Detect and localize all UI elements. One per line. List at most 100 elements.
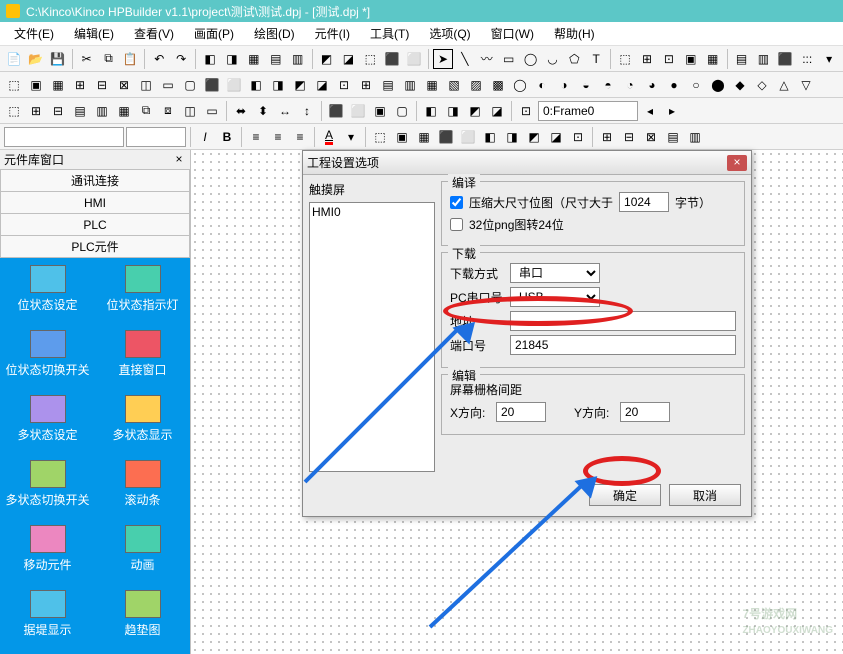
bold-icon[interactable]: B bbox=[217, 127, 237, 147]
rect-icon[interactable]: ▭ bbox=[499, 49, 519, 69]
style-01-icon[interactable]: ⬚ bbox=[370, 127, 390, 147]
tool-05-icon[interactable]: ▥ bbox=[288, 49, 308, 69]
ellipse-icon[interactable]: ◯ bbox=[521, 49, 541, 69]
undo-icon[interactable]: ↶ bbox=[149, 49, 169, 69]
comp-10-icon[interactable]: ⬛ bbox=[202, 75, 222, 95]
palette-item[interactable]: 多状态切换开关 bbox=[0, 457, 95, 520]
align-15-icon[interactable]: ⬜ bbox=[348, 101, 368, 121]
sidebar-tab-hmi[interactable]: HMI bbox=[0, 192, 190, 214]
tool-04-icon[interactable]: ▤ bbox=[266, 49, 286, 69]
align-02-icon[interactable]: ⊟ bbox=[48, 101, 68, 121]
align-18-icon[interactable]: ◧ bbox=[421, 101, 441, 121]
paste-icon[interactable]: 📋 bbox=[120, 49, 140, 69]
style-10-icon[interactable]: ⊡ bbox=[568, 127, 588, 147]
new-icon[interactable]: 📄 bbox=[4, 49, 24, 69]
tool-02-icon[interactable]: ◨ bbox=[222, 49, 242, 69]
download-mode-select[interactable]: 串口 bbox=[510, 263, 600, 283]
menu-edit[interactable]: 编辑(E) bbox=[64, 23, 124, 44]
style-13-icon[interactable]: ⊠ bbox=[641, 127, 661, 147]
comp-23-icon[interactable]: ▩ bbox=[488, 75, 508, 95]
comp-29-icon[interactable]: ◔ bbox=[620, 75, 640, 95]
align-05-icon[interactable]: ▦ bbox=[114, 101, 134, 121]
comp-35-icon[interactable]: ◇ bbox=[752, 75, 772, 95]
tool-20-icon[interactable]: ⬚ bbox=[615, 49, 635, 69]
align-07-icon[interactable]: ⧈ bbox=[158, 101, 178, 121]
copy-icon[interactable]: ⧉ bbox=[99, 49, 119, 69]
grid-y-input[interactable] bbox=[620, 402, 670, 422]
align-09-icon[interactable]: ▭ bbox=[202, 101, 222, 121]
line-icon[interactable]: ╲ bbox=[455, 49, 475, 69]
compress-checkbox[interactable] bbox=[450, 196, 463, 209]
comp-20-icon[interactable]: ▦ bbox=[422, 75, 442, 95]
comp-15-icon[interactable]: ◪ bbox=[312, 75, 332, 95]
style-15-icon[interactable]: ▥ bbox=[685, 127, 705, 147]
palette-item[interactable]: 趋垫图 bbox=[95, 587, 190, 650]
curve-icon[interactable]: 〰 bbox=[477, 49, 497, 69]
comp-30-icon[interactable]: ◕ bbox=[642, 75, 662, 95]
align-20-icon[interactable]: ◩ bbox=[465, 101, 485, 121]
align-08-icon[interactable]: ◫ bbox=[180, 101, 200, 121]
arc-icon[interactable]: ◡ bbox=[542, 49, 562, 69]
align-10-icon[interactable]: ⬌ bbox=[231, 101, 251, 121]
grid-x-input[interactable] bbox=[496, 402, 546, 422]
cancel-button[interactable]: 取消 bbox=[669, 484, 741, 506]
palette-item[interactable]: 动画 bbox=[95, 522, 190, 585]
comp-09-icon[interactable]: ▢ bbox=[180, 75, 200, 95]
serial-port-select[interactable]: USB bbox=[510, 287, 600, 307]
tool-28-icon[interactable]: ::: bbox=[797, 49, 817, 69]
align-22-icon[interactable]: ⊡ bbox=[516, 101, 536, 121]
align-16-icon[interactable]: ▣ bbox=[370, 101, 390, 121]
pointer-icon[interactable]: ➤ bbox=[433, 49, 453, 69]
text-align-center-icon[interactable]: ≡ bbox=[268, 127, 288, 147]
text-align-right-icon[interactable]: ≡ bbox=[290, 127, 310, 147]
cut-icon[interactable]: ✂ bbox=[77, 49, 97, 69]
palette-item[interactable]: 移动元件 bbox=[0, 522, 95, 585]
palette-item[interactable]: 滚动条 bbox=[95, 457, 190, 520]
compress-size-input[interactable] bbox=[619, 192, 669, 212]
tool-08-icon[interactable]: ⬚ bbox=[360, 49, 380, 69]
style-02-icon[interactable]: ▣ bbox=[392, 127, 412, 147]
sidebar-tab-plc-parts[interactable]: PLC元件 bbox=[0, 236, 190, 258]
menu-draw[interactable]: 绘图(D) bbox=[244, 23, 305, 44]
comp-32-icon[interactable]: ○ bbox=[686, 75, 706, 95]
style-03-icon[interactable]: ▦ bbox=[414, 127, 434, 147]
comp-25-icon[interactable]: ◐ bbox=[532, 75, 552, 95]
comp-18-icon[interactable]: ▤ bbox=[378, 75, 398, 95]
tool-09-icon[interactable]: ⬛ bbox=[382, 49, 402, 69]
font-selector[interactable] bbox=[4, 127, 124, 147]
menu-window[interactable]: 窗口(W) bbox=[481, 23, 544, 44]
comp-33-icon[interactable]: ⬤ bbox=[708, 75, 728, 95]
comp-19-icon[interactable]: ▥ bbox=[400, 75, 420, 95]
tool-07-icon[interactable]: ◪ bbox=[338, 49, 358, 69]
comp-01-icon[interactable]: ⬚ bbox=[4, 75, 24, 95]
palette-item[interactable]: 位状态切换开关 bbox=[0, 327, 95, 390]
hmi-list[interactable]: HMI0 bbox=[309, 202, 435, 472]
frame-next-icon[interactable]: ▸ bbox=[662, 101, 682, 121]
port-input[interactable] bbox=[510, 335, 736, 355]
tool-27-icon[interactable]: ⬛ bbox=[775, 49, 795, 69]
comp-36-icon[interactable]: △ bbox=[774, 75, 794, 95]
style-06-icon[interactable]: ◧ bbox=[480, 127, 500, 147]
align-13-icon[interactable]: ↕ bbox=[297, 101, 317, 121]
align-14-icon[interactable]: ⬛ bbox=[326, 101, 346, 121]
comp-31-icon[interactable]: ● bbox=[664, 75, 684, 95]
tool-21-icon[interactable]: ⊞ bbox=[637, 49, 657, 69]
text-align-left-icon[interactable]: ≡ bbox=[246, 127, 266, 147]
palette-item[interactable]: 直接窗口 bbox=[95, 327, 190, 390]
menu-help[interactable]: 帮助(H) bbox=[544, 23, 605, 44]
comp-16-icon[interactable]: ⊡ bbox=[334, 75, 354, 95]
comp-24-icon[interactable]: ◯ bbox=[510, 75, 530, 95]
palette-item[interactable]: 据堤显示 bbox=[0, 587, 95, 650]
dropdown-1-icon[interactable]: ▾ bbox=[341, 127, 361, 147]
align-21-icon[interactable]: ◪ bbox=[487, 101, 507, 121]
open-icon[interactable]: 📂 bbox=[26, 49, 46, 69]
comp-21-icon[interactable]: ▧ bbox=[444, 75, 464, 95]
font-color-icon[interactable]: A bbox=[319, 127, 339, 147]
style-12-icon[interactable]: ⊟ bbox=[619, 127, 639, 147]
palette-item[interactable]: 位状态设定 bbox=[0, 262, 95, 325]
style-04-icon[interactable]: ⬛ bbox=[436, 127, 456, 147]
align-11-icon[interactable]: ⬍ bbox=[253, 101, 273, 121]
align-17-icon[interactable]: ▢ bbox=[392, 101, 412, 121]
comp-17-icon[interactable]: ⊞ bbox=[356, 75, 376, 95]
style-08-icon[interactable]: ◩ bbox=[524, 127, 544, 147]
